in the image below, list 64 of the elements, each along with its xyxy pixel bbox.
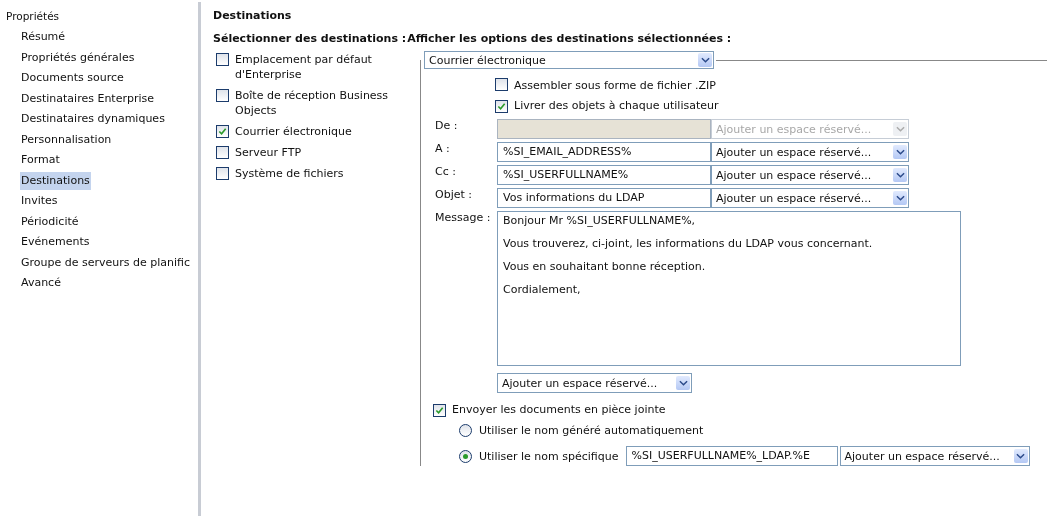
caret-icon <box>893 145 907 159</box>
field-label: Message : <box>435 211 492 225</box>
sidebar-item[interactable]: Invites <box>20 192 59 213</box>
message-line: Vous en souhaitant bonne réception. <box>503 261 707 273</box>
checkbox[interactable] <box>216 53 229 66</box>
placeholder-dropdown[interactable]: Ajouter un espace réservé... <box>839 446 1030 466</box>
field-label: A : <box>435 142 451 156</box>
checkbox-label: Envoyer les documents en pièce jointe <box>452 403 666 416</box>
message-line: Cordialement, <box>503 284 582 296</box>
input-field[interactable]: Vos informations du LDAP <box>497 188 711 208</box>
checkbox-label: Courrier électronique <box>235 124 353 139</box>
caret-icon <box>676 376 690 390</box>
radio-button[interactable] <box>459 449 472 463</box>
sidebar-item[interactable]: Périodicité <box>20 212 80 233</box>
message-line: Bonjour Mr %SI_USERFULLNAME%, <box>503 215 697 227</box>
input-field[interactable]: %SI_USERFULLNAME% <box>497 165 711 185</box>
sidebar-title: Propriétés <box>6 10 61 24</box>
sidebar-item[interactable]: Evénements <box>20 233 91 254</box>
section-heading: Destinations <box>213 8 292 24</box>
checkbox[interactable] <box>433 404 446 417</box>
destination-dropdown[interactable]: Courrier électronique <box>424 51 714 69</box>
sidebar-item[interactable]: Documents source <box>20 69 125 90</box>
sidebar-item[interactable]: Destinataires dynamiques <box>20 110 166 131</box>
message-line: Vous trouverez, ci-joint, les informations du LDAP vous concernant. <box>503 238 874 250</box>
radio-button[interactable] <box>459 424 472 437</box>
options-label: Afficher les options des destinations sélectionnées : <box>407 31 732 45</box>
checkbox[interactable] <box>216 125 229 138</box>
sidebar-item[interactable]: Résumé <box>20 28 67 49</box>
sidebar-item[interactable]: Groupe de serveurs de planific <box>20 253 192 274</box>
caret-icon <box>1013 449 1028 463</box>
sidebar-item[interactable]: Destinations <box>20 171 91 190</box>
checkbox[interactable] <box>495 100 508 113</box>
caret-icon <box>893 168 907 182</box>
checkbox-label: Assembler sous forme de fichier .ZIP <box>514 79 716 92</box>
sidebar-item[interactable]: Format <box>20 151 61 172</box>
caret-icon <box>893 191 907 205</box>
input-field[interactable]: %SI_USERFULLNAME%_LDAP.%E <box>625 446 838 466</box>
placeholder-dropdown[interactable]: Ajouter un espace réservé... <box>711 142 909 162</box>
sidebar-item[interactable]: Propriétés générales <box>20 48 136 69</box>
checkbox[interactable] <box>216 89 229 102</box>
placeholder-dropdown[interactable]: Ajouter un espace réservé... <box>711 165 909 185</box>
checkbox[interactable] <box>216 167 229 180</box>
sidebar-item[interactable]: Destinataires Enterprise <box>20 89 156 110</box>
message-textarea[interactable]: Bonjour Mr %SI_USERFULLNAME%, Vous trouverez, ci-joint, les informations du LDAP vous concernant. Vous en souhaitant bonne réception. Cordialement, <box>497 211 961 366</box>
checkbox-label: Système de fichiers <box>235 166 345 181</box>
sidebar-item[interactable]: Avancé <box>20 274 62 295</box>
checkbox[interactable] <box>495 78 508 91</box>
checkbox-label: Serveur FTP <box>235 145 303 160</box>
destinations-label: Sélectionner des destinations : <box>213 31 407 45</box>
caret-icon <box>893 122 907 136</box>
sidebar-item[interactable]: Personnalisation <box>20 130 113 151</box>
field-label: Cc : <box>435 165 457 179</box>
checkbox-label: Emplacement par défaut d'Enterprise <box>235 52 373 82</box>
caret-icon <box>698 53 712 67</box>
input-field[interactable]: %SI_EMAIL_ADDRESS% <box>497 142 711 162</box>
radio-label: Utiliser le nom spécifique <box>479 449 619 463</box>
placeholder-dropdown[interactable]: Ajouter un espace réservé... <box>711 188 909 208</box>
radio-label: Utiliser le nom généré automatiquement <box>479 424 704 437</box>
placeholder-dropdown[interactable]: Ajouter un espace réservé... <box>497 373 692 393</box>
checkbox[interactable] <box>216 146 229 159</box>
checkbox-label: Livrer des objets à chaque utilisateur <box>514 99 719 112</box>
field-label: Objet : <box>435 188 473 202</box>
checkbox-label: Boîte de réception Business Objects <box>235 88 390 118</box>
field-label: De : <box>435 119 459 133</box>
